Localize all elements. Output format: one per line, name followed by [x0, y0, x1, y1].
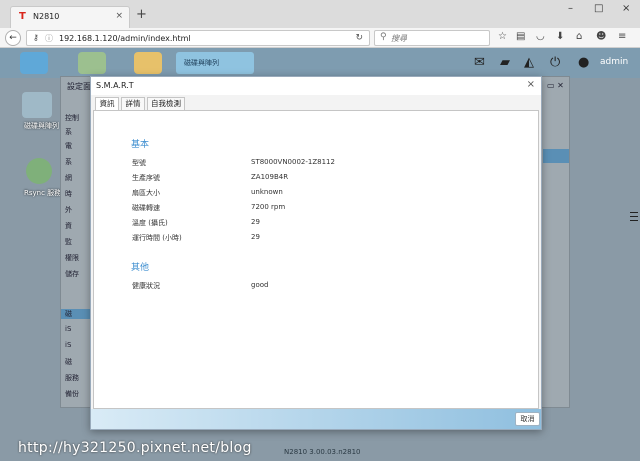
folder-app-icon[interactable] [134, 52, 162, 74]
model-value: ST8000VN0002-1Z8112 [251, 158, 335, 166]
url-text[interactable]: 192.168.1.120/admin/index.html [59, 34, 191, 43]
section-other-heading: 其他 [131, 263, 150, 273]
star-icon[interactable]: ☆ [498, 31, 507, 42]
disk-array-app-label: 磁碟與陣列 [184, 59, 219, 67]
health-status-value: good [251, 281, 269, 289]
right-edge-menu-icon[interactable] [628, 198, 640, 258]
sector-size-label: 扇區大小 [132, 189, 160, 197]
dialog-title: S.M.A.R.T [96, 81, 134, 90]
minimize-button[interactable]: – [568, 3, 573, 14]
rsync-desktop-label: Rsync 服務 [24, 189, 62, 197]
key-icon: ⚷ [33, 33, 39, 42]
pocket-icon[interactable]: ◡ [536, 31, 545, 42]
nas-version: N2810 3.00.03.n2810 [284, 448, 361, 456]
window-close-button[interactable]: × [622, 3, 630, 14]
rotation-speed-value: 7200 rpm [251, 203, 286, 211]
new-tab-button[interactable]: + [136, 8, 147, 21]
blog-watermark: http://hy321250.pixnet.net/blog [18, 440, 252, 456]
smiley-icon[interactable]: ☻ [596, 31, 606, 42]
back-button[interactable]: ← [5, 30, 21, 46]
power-on-hours-label: 運行時間 (小時) [132, 234, 182, 242]
browser-titlebar: T N2810 × + – □ × [0, 0, 640, 28]
settings-app-icon[interactable] [78, 52, 106, 74]
temperature-value: 29 [251, 218, 260, 226]
power-on-hours-value: 29 [251, 233, 260, 241]
download-icon[interactable]: ⬇ [556, 31, 564, 42]
search-input[interactable] [391, 32, 487, 44]
cloud-app-icon[interactable] [20, 52, 48, 74]
dialog-close-icon[interactable]: × [527, 79, 535, 90]
disk-array-desktop-label: 磁碟與陣列 [24, 122, 59, 130]
browser-tab[interactable]: T N2810 × [10, 6, 130, 28]
user-icon[interactable]: ● [578, 55, 589, 70]
tab-info[interactable]: 資訊 [95, 97, 119, 111]
user-name[interactable]: admin [600, 57, 628, 67]
sector-size-value: unknown [251, 188, 283, 196]
notification-icon[interactable]: ▰ [500, 55, 510, 70]
network-icon[interactable]: ◭ [524, 55, 534, 70]
power-icon[interactable]: ⏻ [550, 55, 560, 70]
maximize-button[interactable]: □ [594, 3, 603, 14]
home-icon[interactable]: ⌂ [576, 31, 582, 42]
manager-title: 設定面 [67, 82, 91, 91]
nas-top-bar: 磁碟與陣列 ✉ ▰ ◭ ⏻ ● admin [0, 48, 640, 78]
health-status-label: 健康狀況 [132, 282, 160, 290]
tab-close-icon[interactable]: × [115, 11, 123, 21]
info-icon[interactable]: ⓘ [45, 33, 53, 44]
disk-array-app-button[interactable]: 磁碟與陣列 [176, 52, 254, 74]
search-icon: ⚲ [380, 32, 387, 42]
section-basic-heading: 基本 [131, 140, 150, 150]
reload-icon[interactable]: ↻ [355, 33, 363, 43]
temperature-label: 溫度 (攝氏) [132, 219, 168, 227]
serial-label: 生產序號 [132, 174, 160, 182]
tab-self-test[interactable]: 自我檢測 [147, 97, 185, 111]
reading-list-icon[interactable]: ▤ [516, 31, 525, 42]
browser-navbar: ← ⚷ ⓘ 192.168.1.120/admin/index.html ↻ ⚲… [0, 28, 640, 48]
dialog-footer: 取消 [91, 409, 541, 429]
disk-array-desktop-icon[interactable] [22, 92, 52, 118]
cancel-button[interactable]: 取消 [515, 412, 540, 426]
tab-favicon-icon: T [19, 11, 26, 22]
serial-value: ZA109B4R [251, 173, 289, 181]
rotation-speed-label: 磁碟轉速 [132, 204, 160, 212]
menu-icon[interactable]: ≡ [618, 31, 626, 42]
rsync-desktop-icon[interactable] [26, 158, 52, 184]
model-label: 型號 [132, 159, 146, 167]
tab-details[interactable]: 詳情 [121, 97, 145, 111]
mail-icon[interactable]: ✉ [474, 55, 485, 70]
address-bar[interactable]: ⚷ ⓘ 192.168.1.120/admin/index.html ↻ [26, 30, 370, 46]
search-box[interactable]: ⚲ [374, 30, 490, 46]
smart-dialog: S.M.A.R.T × 資訊 詳情 自我檢測 基本 型號 ST8000VN000… [90, 76, 542, 430]
manager-right-selection [543, 149, 569, 163]
info-panel: 基本 型號 ST8000VN0002-1Z8112 生產序號 ZA109B4R … [93, 110, 539, 409]
dialog-body: 資訊 詳情 自我檢測 基本 型號 ST8000VN0002-1Z8112 生產序… [91, 95, 541, 409]
manager-window-controls[interactable]: ▭ ✕ [547, 81, 564, 90]
tab-title: N2810 [33, 12, 60, 21]
